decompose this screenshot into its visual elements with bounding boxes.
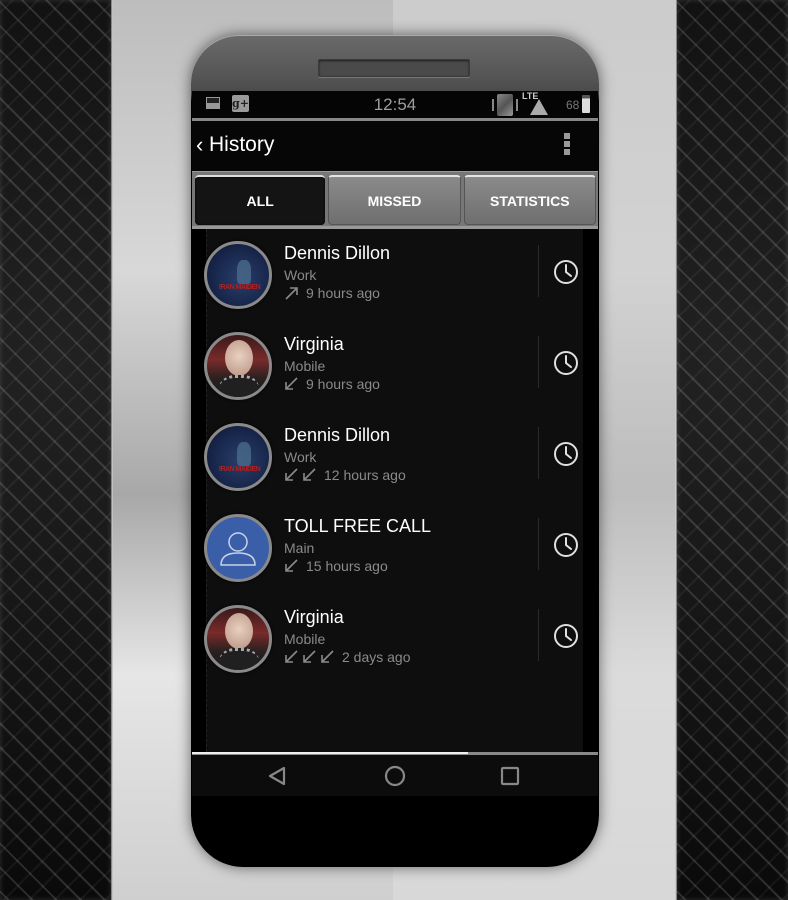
call-meta: 9 hours ago [284, 285, 380, 301]
diamond-plate-background-left [0, 0, 112, 900]
navigation-bar [192, 755, 598, 796]
contact-avatar[interactable] [204, 514, 272, 582]
call-meta: 15 hours ago [284, 558, 388, 574]
tab-all[interactable]: ALL [195, 175, 326, 225]
call-list-panel: Dennis Dillon Work 9 hours ago Virginia … [204, 229, 584, 752]
person-placeholder-icon [220, 532, 256, 566]
incoming-call-arrow-icon [285, 377, 298, 390]
diamond-plate-background-right [676, 0, 788, 900]
nav-back-icon[interactable] [265, 765, 289, 787]
page-title: History [209, 133, 275, 156]
call-meta: 12 hours ago [284, 467, 406, 483]
incoming-call-arrow-icon [285, 559, 298, 572]
phone-frame: g+ 12:54 LTE 68 ‹ History ALL MISSED STA… [191, 35, 599, 867]
call-time: 9 hours ago [306, 376, 380, 392]
tab-missed[interactable]: MISSED [328, 175, 461, 225]
call-log-row[interactable]: TOLL FREE CALL Main 15 hours ago [204, 502, 584, 593]
scroll-progress-fill [192, 752, 469, 754]
tab-statistics[interactable]: STATISTICS [463, 175, 596, 225]
number-type: Work [284, 267, 317, 283]
call-time: 9 hours ago [306, 285, 380, 301]
contact-avatar[interactable] [204, 605, 272, 673]
contact-avatar[interactable] [204, 241, 272, 309]
number-type: Mobile [284, 358, 326, 374]
incoming-call-arrow-icon [285, 650, 298, 663]
contact-name: Virginia [284, 607, 344, 627]
signal-icon [530, 99, 548, 115]
earpiece-speaker [318, 59, 470, 77]
status-bar: g+ 12:54 LTE 68 [192, 91, 598, 121]
call-history-list: Dennis Dillon Work 9 hours ago Virginia … [192, 229, 598, 752]
clock-history-icon[interactable] [553, 441, 579, 467]
call-time: 2 days ago [342, 649, 411, 665]
row-divider [538, 245, 539, 297]
number-type: Main [284, 540, 315, 556]
clock-history-icon[interactable] [553, 623, 579, 649]
call-time: 12 hours ago [324, 467, 406, 483]
call-meta: 2 days ago [284, 649, 411, 665]
row-divider [538, 518, 539, 570]
contact-name: Dennis Dillon [284, 243, 391, 263]
action-bar: ‹ History [192, 121, 598, 171]
clock-history-icon[interactable] [553, 532, 579, 558]
battery-icon [582, 95, 590, 113]
number-type: Mobile [284, 631, 326, 647]
tab-bar: ALL MISSED STATISTICS [192, 171, 598, 229]
call-meta: 9 hours ago [284, 376, 380, 392]
incoming-call-arrow-icon [303, 650, 316, 663]
phone-screen: g+ 12:54 LTE 68 ‹ History ALL MISSED STA… [192, 91, 598, 796]
battery-percent: 68 [566, 98, 580, 112]
clock-history-icon[interactable] [553, 350, 579, 376]
incoming-call-arrow-icon [285, 468, 298, 481]
contact-avatar[interactable] [204, 423, 272, 491]
row-divider [538, 427, 539, 479]
overflow-menu-icon[interactable] [562, 133, 572, 159]
call-log-row[interactable]: Dennis Dillon Work 12 hours ago [204, 411, 584, 502]
vibrate-icon [492, 94, 518, 116]
contact-avatar[interactable] [204, 332, 272, 400]
call-log-row[interactable]: Virginia Mobile 9 hours ago [204, 320, 584, 411]
call-time: 15 hours ago [306, 558, 388, 574]
contact-name: TOLL FREE CALL [284, 516, 432, 536]
row-divider [538, 609, 539, 661]
call-log-row[interactable]: Virginia Mobile 2 days ago [204, 593, 584, 684]
nav-home-icon[interactable] [383, 765, 407, 787]
number-type: Work [284, 449, 317, 465]
row-divider [538, 336, 539, 388]
contact-name: Dennis Dillon [284, 425, 391, 445]
clock-history-icon[interactable] [553, 259, 579, 285]
call-log-row[interactable]: Dennis Dillon Work 9 hours ago [204, 229, 584, 320]
nav-recents-icon[interactable] [498, 765, 522, 787]
contact-name: Virginia [284, 334, 344, 354]
incoming-call-arrow-icon [303, 468, 316, 481]
outgoing-call-arrow-icon [285, 287, 298, 300]
incoming-call-arrow-icon [321, 650, 334, 663]
